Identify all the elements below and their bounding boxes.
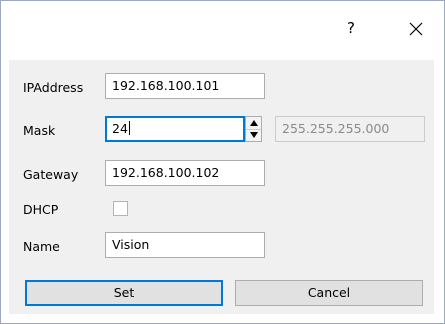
cancel-button[interactable]: Cancel	[235, 280, 423, 306]
gateway-field[interactable]: 192.168.100.102	[105, 160, 265, 186]
arrow-down-icon	[250, 132, 258, 138]
gateway-label: Gateway	[23, 167, 79, 182]
name-label: Name	[23, 239, 60, 254]
set-button[interactable]: Set	[25, 280, 223, 306]
arrow-up-icon	[250, 120, 258, 126]
help-button[interactable]: ?	[337, 14, 365, 42]
mask-spinbox[interactable]	[245, 116, 262, 142]
dhcp-checkbox[interactable]	[113, 201, 128, 216]
title-bar: ?	[1, 1, 444, 59]
spin-down-button[interactable]	[246, 129, 261, 141]
text-caret	[128, 121, 130, 135]
dhcp-label: DHCP	[23, 202, 59, 217]
ip-address-label: IPAddress	[23, 80, 84, 95]
dialog-window: ? IPAddress 192.168.100.101 Mask 24 255.…	[0, 0, 445, 324]
close-icon	[409, 22, 423, 36]
ip-address-field[interactable]: 192.168.100.101	[105, 73, 265, 99]
name-field[interactable]: Vision	[105, 232, 265, 258]
dialog-content: IPAddress 192.168.100.101 Mask 24 255.25…	[9, 60, 434, 314]
mask-field[interactable]: 24	[105, 116, 245, 142]
subnet-mask-readout: 255.255.255.000	[275, 116, 425, 142]
close-button[interactable]	[399, 14, 433, 44]
mask-label: Mask	[23, 123, 56, 138]
mask-value: 24	[112, 121, 128, 136]
